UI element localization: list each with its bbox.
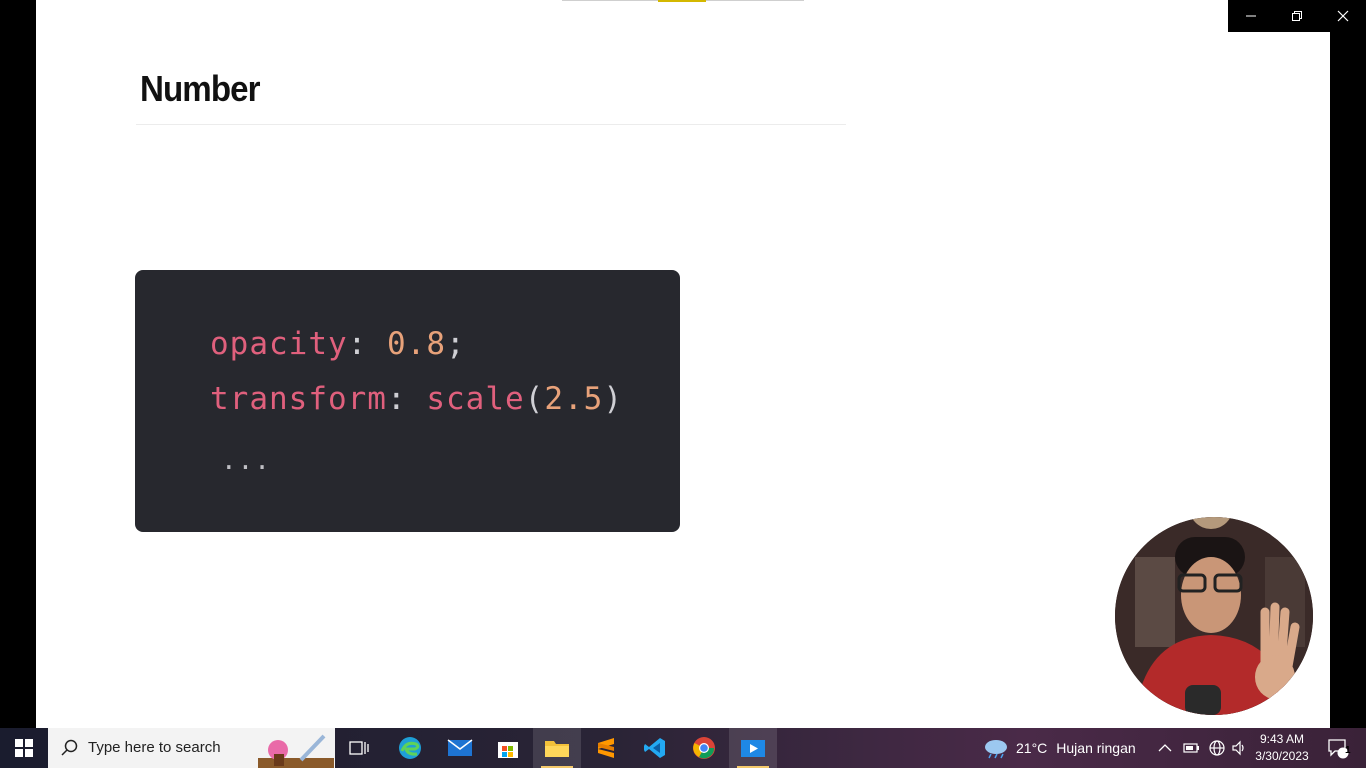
chrome-button[interactable] [680,728,728,768]
code-semicolon: ; [446,326,466,362]
search-box[interactable]: Type here to search [48,728,335,768]
window-controls [1228,0,1366,32]
mail-button[interactable] [436,728,484,768]
code-function: scale [426,381,525,417]
rain-cloud-icon [985,740,1007,759]
code-line-2: transform: scale(2.5) [210,381,623,417]
vscode-button[interactable] [631,728,679,768]
system-tray [1154,728,1250,768]
minimize-button[interactable] [1228,0,1274,32]
search-icon [61,739,78,756]
video-player-icon [741,740,765,757]
code-property: opacity [210,326,348,362]
store-icon [498,742,518,758]
notification-count: 1 [1345,745,1351,756]
close-icon [1337,10,1349,22]
clock-date: 3/30/2023 [1255,749,1309,763]
chrome-icon [693,737,715,759]
sublime-text-icon [598,738,614,758]
battery-icon[interactable] [1183,742,1201,754]
restore-button[interactable] [1274,0,1320,32]
code-property: transform [210,381,387,417]
chevron-up-icon[interactable] [1158,743,1172,753]
taskbar: Type here to search 21°C Hujan ringan 9:… [0,728,1366,768]
code-colon: : [347,326,368,362]
folder-icon [545,741,569,757]
task-view-icon [349,741,369,755]
file-explorer-button[interactable] [533,728,581,768]
code-number: 0.8 [387,326,446,362]
code-paren-close: ) [603,381,623,417]
store-button[interactable] [484,728,532,768]
network-globe-icon[interactable] [1209,740,1225,756]
search-placeholder: Type here to search [88,739,221,756]
minimize-icon [1246,15,1256,17]
weather-description: Hujan ringan [1056,740,1136,756]
action-center-button[interactable]: 1 [1318,728,1358,768]
restore-icon [1292,11,1302,21]
edge-icon [399,737,421,759]
clock-time: 9:43 AM [1259,732,1305,746]
volume-icon[interactable] [1231,740,1247,756]
close-button[interactable] [1320,0,1366,32]
vscode-icon [644,738,665,758]
heading-divider [136,124,846,125]
code-paren-open: ( [524,381,545,417]
webcam-overlay [1115,517,1313,715]
code-line-1: opacity: 0.8; [210,326,466,362]
system-clock[interactable]: 9:43 AM 3/30/2023 [1250,731,1314,765]
windows-icon [15,739,33,757]
presenter-image [1115,517,1313,715]
weather-widget[interactable]: 21°C Hujan ringan [982,728,1136,768]
search-highlight-icon [258,734,334,768]
task-view-button[interactable] [335,728,383,768]
mail-icon [447,739,473,756]
slide-heading: Number [140,68,261,109]
top-progress-accent [658,0,706,2]
edge-button[interactable] [386,728,434,768]
code-ellipsis: ... [221,446,271,476]
sublime-text-button[interactable] [582,728,630,768]
code-number: 2.5 [544,381,604,417]
video-player-button[interactable] [729,728,777,768]
weather-temp: 21°C [1016,740,1048,756]
start-button[interactable] [0,728,48,768]
code-colon: : [386,381,407,417]
code-block: opacity: 0.8; transform: scale(2.5) ... [135,270,680,532]
